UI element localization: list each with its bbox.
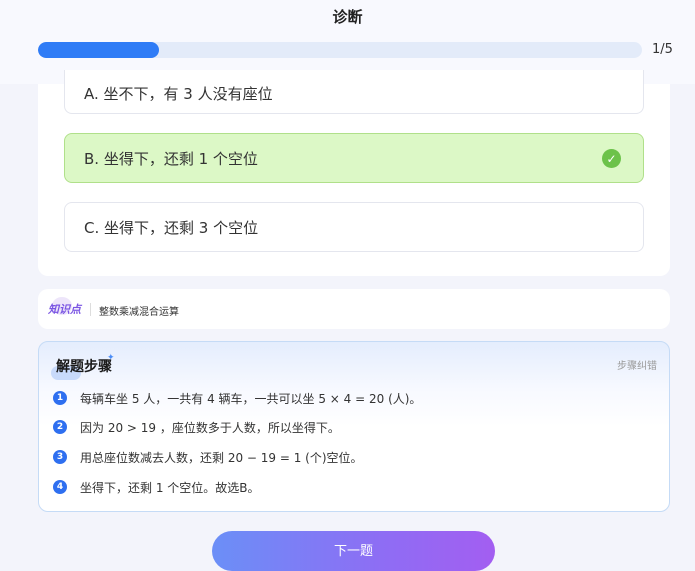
step-text: 因为 20 > 19 ，座位数多于人数，所以坐得下。 bbox=[80, 420, 340, 435]
progress-fill bbox=[38, 42, 159, 58]
knowledge-point-card: 知识点 整数乘减混合运算 bbox=[38, 289, 670, 329]
page-title: 诊断 bbox=[332, 8, 363, 26]
option-c[interactable]: C. 坐得下，还剩 3 个空位 bbox=[64, 202, 644, 252]
solution-steps-card: 解题步骤 ✦ 步骤纠错 1 每辆车坐 5 人，一共有 4 辆车，一共可以坐 5 … bbox=[38, 341, 670, 512]
progress-bar bbox=[38, 42, 642, 58]
option-a[interactable]: A. 坐不下，有 3 人没有座位 bbox=[64, 70, 644, 114]
step-number: 3 bbox=[53, 450, 67, 464]
steps-title: 解题步骤 bbox=[56, 359, 112, 375]
divider bbox=[90, 303, 91, 316]
option-label: A. 坐不下，有 3 人没有座位 bbox=[84, 85, 273, 103]
step-text: 坐得下，还剩 1 个空位。故选B。 bbox=[80, 480, 260, 495]
option-label: C. 坐得下，还剩 3 个空位 bbox=[84, 218, 259, 237]
step-text: 每辆车坐 5 人，一共有 4 辆车，一共可以坐 5 × 4 = 20 (人)。 bbox=[80, 391, 422, 406]
next-question-button[interactable]: 下一题 bbox=[212, 531, 495, 571]
step-item: 3 用总座位数减去人数，还剩 20 − 19 = 1 (个)空位。 bbox=[53, 448, 363, 466]
option-b[interactable]: B. 坐得下，还剩 1 个空位 ✓ bbox=[64, 133, 644, 183]
step-number: 2 bbox=[53, 420, 67, 434]
step-item: 1 每辆车坐 5 人，一共有 4 辆车，一共可以坐 5 × 4 = 20 (人)… bbox=[53, 389, 421, 407]
step-number: 4 bbox=[53, 480, 67, 494]
option-label: B. 坐得下，还剩 1 个空位 bbox=[84, 149, 258, 168]
knowledge-point-logo: 知识点 bbox=[48, 303, 81, 316]
sparkle-icon: ✦ bbox=[107, 353, 115, 363]
step-number: 1 bbox=[53, 391, 67, 405]
step-item: 4 坐得下，还剩 1 个空位。故选B。 bbox=[53, 478, 260, 496]
knowledge-point-topic[interactable]: 整数乘减混合运算 bbox=[99, 303, 179, 318]
options-card: A. 坐不下，有 3 人没有座位 B. 坐得下，还剩 1 个空位 ✓ C. 坐得… bbox=[38, 70, 670, 276]
step-text: 用总座位数减去人数，还剩 20 − 19 = 1 (个)空位。 bbox=[80, 450, 363, 465]
progress-counter: 1/5 bbox=[652, 42, 673, 57]
check-circle-icon: ✓ bbox=[602, 149, 621, 168]
step-item: 2 因为 20 > 19 ，座位数多于人数，所以坐得下。 bbox=[53, 418, 340, 436]
step-correction-link[interactable]: 步骤纠错 bbox=[617, 357, 657, 372]
